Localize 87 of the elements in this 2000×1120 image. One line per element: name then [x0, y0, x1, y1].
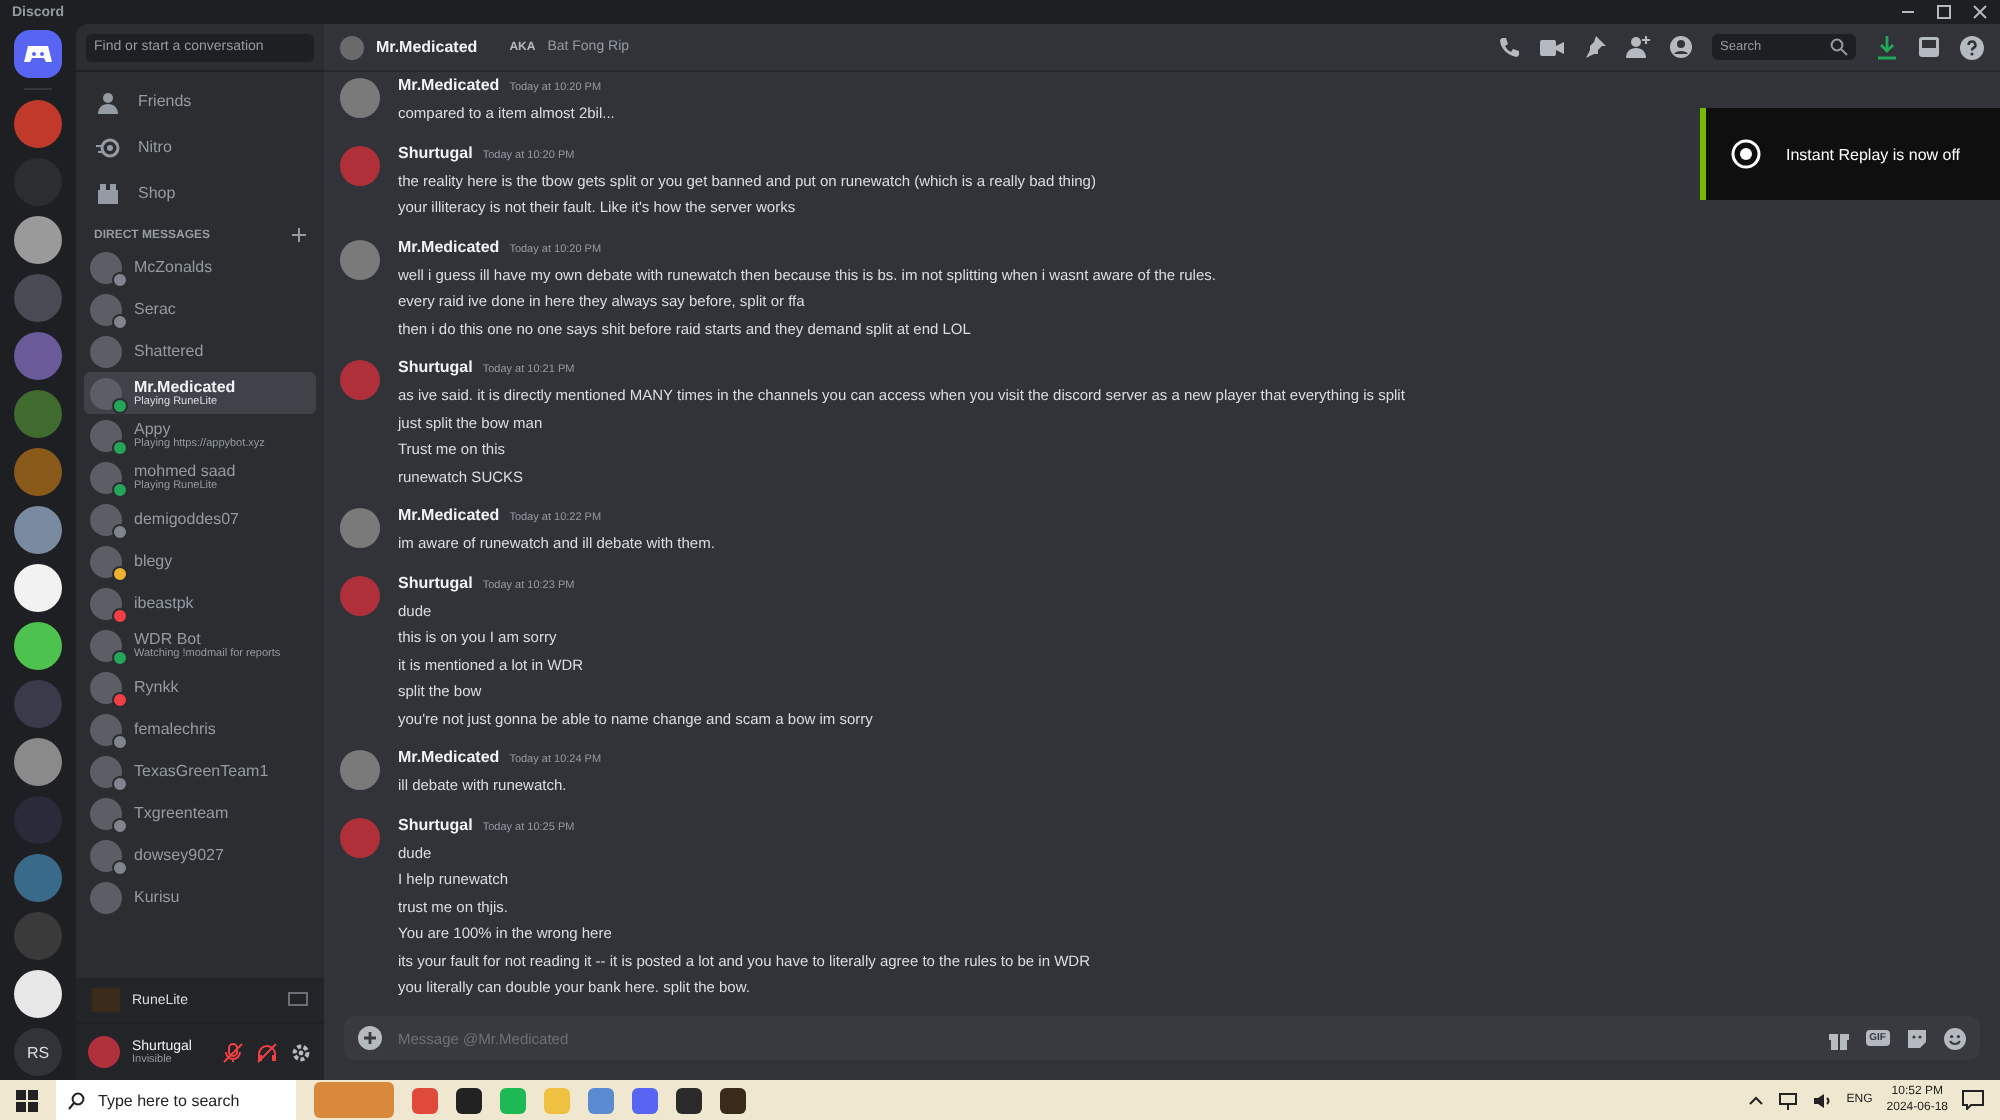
- author-name[interactable]: Shurtugal: [398, 358, 473, 376]
- author-name[interactable]: Mr.Medicated: [398, 76, 500, 94]
- author-name[interactable]: Shurtugal: [398, 815, 473, 833]
- search-field[interactable]: Type here to search: [56, 1080, 296, 1120]
- avatar: [90, 881, 122, 913]
- avatar: [90, 587, 122, 619]
- avatar[interactable]: [340, 78, 380, 118]
- chevron-up-icon[interactable]: [1748, 1094, 1765, 1106]
- taskbar-app-icon[interactable]: [720, 1087, 746, 1113]
- search-highlight-picture: [314, 1082, 394, 1118]
- replay-icon: [1730, 138, 1762, 170]
- author-name[interactable]: Mr.Medicated: [398, 748, 500, 766]
- server-button[interactable]: RS: [14, 1028, 62, 1076]
- dm-item[interactable]: Txgreenteam: [84, 792, 316, 834]
- avatar[interactable]: [340, 750, 380, 790]
- avatar: [90, 629, 122, 661]
- channel-title: Mr.Medicated: [376, 38, 478, 56]
- nav-item[interactable]: Shop: [84, 170, 316, 216]
- sticker-icon[interactable]: [1906, 1027, 1928, 1049]
- taskbar-app-icon[interactable]: [456, 1087, 482, 1113]
- phone-icon[interactable]: [1498, 36, 1520, 58]
- server-icon[interactable]: [14, 564, 62, 612]
- headphones-icon[interactable]: [256, 1041, 278, 1063]
- close-icon[interactable]: [1972, 4, 1988, 20]
- search-icon: [68, 1091, 86, 1109]
- author-name[interactable]: Mr.Medicated: [398, 506, 500, 524]
- add-icon[interactable]: [292, 228, 306, 242]
- profile-icon[interactable]: [1670, 36, 1692, 58]
- dm-item[interactable]: Rynkk: [84, 666, 316, 708]
- nitro-icon: [96, 135, 120, 159]
- avatar: [90, 503, 122, 535]
- taskbar-app-icon[interactable]: [676, 1087, 702, 1113]
- server-icon[interactable]: [14, 970, 62, 1018]
- dm-item[interactable]: blegy: [84, 540, 316, 582]
- avatar: [90, 839, 122, 871]
- avatar: [90, 251, 122, 283]
- dm-item[interactable]: ibeastpk: [84, 582, 316, 624]
- inbox-icon[interactable]: [1918, 36, 1940, 58]
- video-icon[interactable]: [1540, 37, 1564, 57]
- dm-item[interactable]: TexasGreenTeam1: [84, 750, 316, 792]
- avatar: [90, 335, 122, 367]
- nav-item[interactable]: Friends: [84, 78, 316, 124]
- nav-item[interactable]: Nitro: [84, 124, 316, 170]
- dm-item[interactable]: femalechris: [84, 708, 316, 750]
- avatar: [90, 461, 122, 493]
- dm-item[interactable]: Serac: [84, 288, 316, 330]
- author-name[interactable]: Mr.Medicated: [398, 237, 500, 255]
- avatar[interactable]: [340, 508, 380, 548]
- avatar: [90, 419, 122, 451]
- avatar: [90, 755, 122, 787]
- home-button[interactable]: [14, 30, 62, 78]
- microphone-icon[interactable]: [222, 1041, 244, 1063]
- author-name[interactable]: Shurtugal: [398, 573, 473, 591]
- add-icon[interactable]: [358, 1026, 382, 1050]
- help-icon[interactable]: [1960, 35, 1984, 59]
- notification-toast: Instant Replay is now off: [1700, 108, 2000, 200]
- server-icon[interactable]: [14, 622, 62, 670]
- server-icon[interactable]: [14, 216, 62, 264]
- settings-icon[interactable]: [290, 1041, 312, 1063]
- notifications-icon[interactable]: [1962, 1090, 1984, 1110]
- controller-icon: [24, 44, 52, 64]
- dm-item[interactable]: Kurisu: [84, 876, 316, 918]
- avatar: [340, 35, 364, 59]
- maximize-icon[interactable]: [1936, 4, 1952, 20]
- add-person-icon[interactable]: [1626, 36, 1650, 58]
- dm-item[interactable]: McZonalds: [84, 246, 316, 288]
- speaker-icon[interactable]: [1812, 1091, 1833, 1109]
- avatar: [90, 713, 122, 745]
- emoji-icon[interactable]: [1944, 1027, 1966, 1049]
- avatar: [90, 671, 122, 703]
- avatar: [90, 293, 122, 325]
- dm-item[interactable]: demigoddes07: [84, 498, 316, 540]
- windows-icon[interactable]: [16, 1089, 38, 1111]
- screen-icon[interactable]: [288, 992, 308, 1008]
- avatar: [90, 545, 122, 577]
- dm-item[interactable]: dowsey9027: [84, 834, 316, 876]
- shop-icon: [96, 181, 120, 205]
- search-icon: [1830, 38, 1848, 56]
- avatar: [90, 377, 122, 409]
- pin-icon[interactable]: [1584, 36, 1606, 58]
- dm-item[interactable]: Shattered: [84, 330, 316, 372]
- network-icon[interactable]: [1778, 1091, 1799, 1109]
- user-avatar[interactable]: [88, 1036, 120, 1068]
- download-icon[interactable]: [1876, 35, 1898, 59]
- author-name[interactable]: Shurtugal: [398, 143, 473, 161]
- avatar: [90, 797, 122, 829]
- avatar[interactable]: [340, 239, 380, 279]
